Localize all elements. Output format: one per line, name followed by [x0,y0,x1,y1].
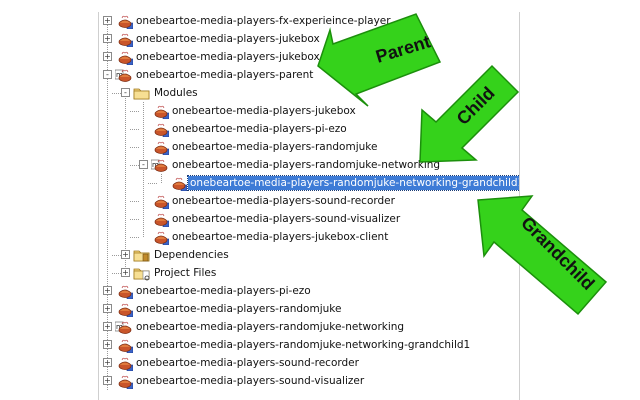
tree-row[interactable]: + Dependencies [99,246,519,264]
tree-row[interactable]: onebeartoe-media-players-jukebox-client [99,228,519,246]
tree-item-label[interactable]: Modules [152,86,200,100]
tree-row[interactable]: - Modules [99,84,519,102]
maven-project-icon [115,31,134,48]
tree-row[interactable]: + m onebeartoe-media-players-randomjuke-ne… [99,318,519,336]
expand-toggle-icon[interactable]: + [121,250,130,259]
tree-row[interactable]: onebeartoe-media-players-sound-recorder [99,192,519,210]
tree-item-label[interactable]: Dependencies [152,248,231,262]
maven-project-icon [115,355,134,372]
folder-icon [133,85,151,101]
maven-project-icon: m [114,319,133,335]
maven-project-icon [115,337,134,354]
tree-row[interactable]: - m onebeartoe-media-players-randomjuke-ne… [99,156,519,174]
tree-item-label[interactable]: onebeartoe-media-players-parent [134,68,315,82]
tree-item-label[interactable]: onebeartoe-media-players-pi-ezo [134,284,313,298]
tree-item-label[interactable]: onebeartoe-media-players-jukebox [134,32,322,46]
maven-project-icon [151,139,170,156]
expand-toggle-icon[interactable]: + [103,340,112,349]
maven-project-icon [151,193,170,210]
folder-icon [133,247,151,263]
tree-row[interactable]: onebeartoe-media-players-sound-visualize… [99,210,519,228]
tree-row[interactable]: + onebeartoe-media-players-randomjuke [99,300,519,318]
expand-toggle-icon[interactable]: + [121,268,130,277]
maven-project-icon [169,175,188,192]
maven-project-icon: m [150,157,169,173]
tree-item-label[interactable]: onebeartoe-media-players-sound-recorder [170,194,397,208]
expand-toggle-icon[interactable]: + [103,358,112,367]
expand-toggle-icon[interactable]: + [103,376,112,385]
grandchild-annotation-label: Grandchild [517,213,598,294]
tree-row[interactable]: + onebeartoe-media-players-pi-ezo [99,282,519,300]
maven-project-icon: m [114,67,133,83]
tree-item-label[interactable]: onebeartoe-media-players-pi-ezo [170,122,349,136]
tree-row[interactable]: onebeartoe-media-players-randomjuke-netw… [99,174,519,192]
maven-project-icon [115,49,134,66]
tree-item-label[interactable]: onebeartoe-media-players-jukebox [170,104,358,118]
folder-icon [133,265,151,281]
maven-project-icon [115,283,134,300]
expand-toggle-icon[interactable]: + [103,304,112,313]
tree-item-label[interactable]: onebeartoe-media-players-randomjuke-netw… [170,158,442,172]
tree-item-label[interactable]: onebeartoe-media-players-sound-visualize… [170,212,402,226]
tree-item-label[interactable]: onebeartoe-media-players-sound-recorder [134,356,361,370]
maven-project-icon [115,301,134,318]
tree-row[interactable]: + onebeartoe-media-players-sound-visualiz… [99,372,519,390]
tree-row[interactable]: + Project Files [99,264,519,282]
expand-toggle-icon[interactable]: + [103,286,112,295]
tree-item-label[interactable]: Project Files [152,266,218,280]
tree-row[interactable]: onebeartoe-media-players-jukebox [99,102,519,120]
maven-project-icon [151,229,170,246]
tree-row[interactable]: + onebeartoe-media-players-sound-recorder [99,354,519,372]
maven-project-icon [151,103,170,120]
tree-row[interactable]: + onebeartoe-media-players-jukebox [99,48,519,66]
tree-item-label[interactable]: onebeartoe-media-players-fx-experieince-… [134,14,393,28]
maven-project-icon [151,121,170,138]
project-tree[interactable]: + onebeartoe-media-players-fx-experieince… [98,12,520,400]
expand-toggle-icon[interactable]: + [103,52,112,61]
collapse-toggle-icon[interactable]: - [139,160,148,169]
collapse-toggle-icon[interactable]: - [103,70,112,79]
maven-project-icon [151,211,170,228]
tree-item-label[interactable]: onebeartoe-media-players-randomjuke-netw… [134,338,472,352]
tree-item-label[interactable]: onebeartoe-media-players-jukebox [134,50,322,64]
tree-row[interactable]: + onebeartoe-media-players-jukebox [99,30,519,48]
tree-item-label[interactable]: onebeartoe-media-players-sound-visualize… [134,374,366,388]
expand-toggle-icon[interactable]: + [103,34,112,43]
tree-row[interactable]: + onebeartoe-media-players-randomjuke-net… [99,336,519,354]
tree-item-label[interactable]: onebeartoe-media-players-jukebox-client [170,230,390,244]
tree-item-label[interactable]: onebeartoe-media-players-randomjuke-netw… [134,320,406,334]
tree-row[interactable]: onebeartoe-media-players-randomjuke [99,138,519,156]
tree-row[interactable]: onebeartoe-media-players-pi-ezo [99,120,519,138]
tree-item-label[interactable]: onebeartoe-media-players-randomjuke [170,140,379,154]
tree-row[interactable]: - m onebeartoe-media-players-parent [99,66,519,84]
collapse-toggle-icon[interactable]: - [121,88,130,97]
expand-toggle-icon[interactable]: + [103,322,112,331]
maven-project-icon [115,373,134,390]
tree-row[interactable]: + onebeartoe-media-players-fx-experieince… [99,12,519,30]
tree-item-label-selected[interactable]: onebeartoe-media-players-randomjuke-netw… [186,175,519,191]
tree-item-label[interactable]: onebeartoe-media-players-randomjuke [134,302,343,316]
expand-toggle-icon[interactable]: + [103,16,112,25]
maven-project-icon [115,13,134,30]
